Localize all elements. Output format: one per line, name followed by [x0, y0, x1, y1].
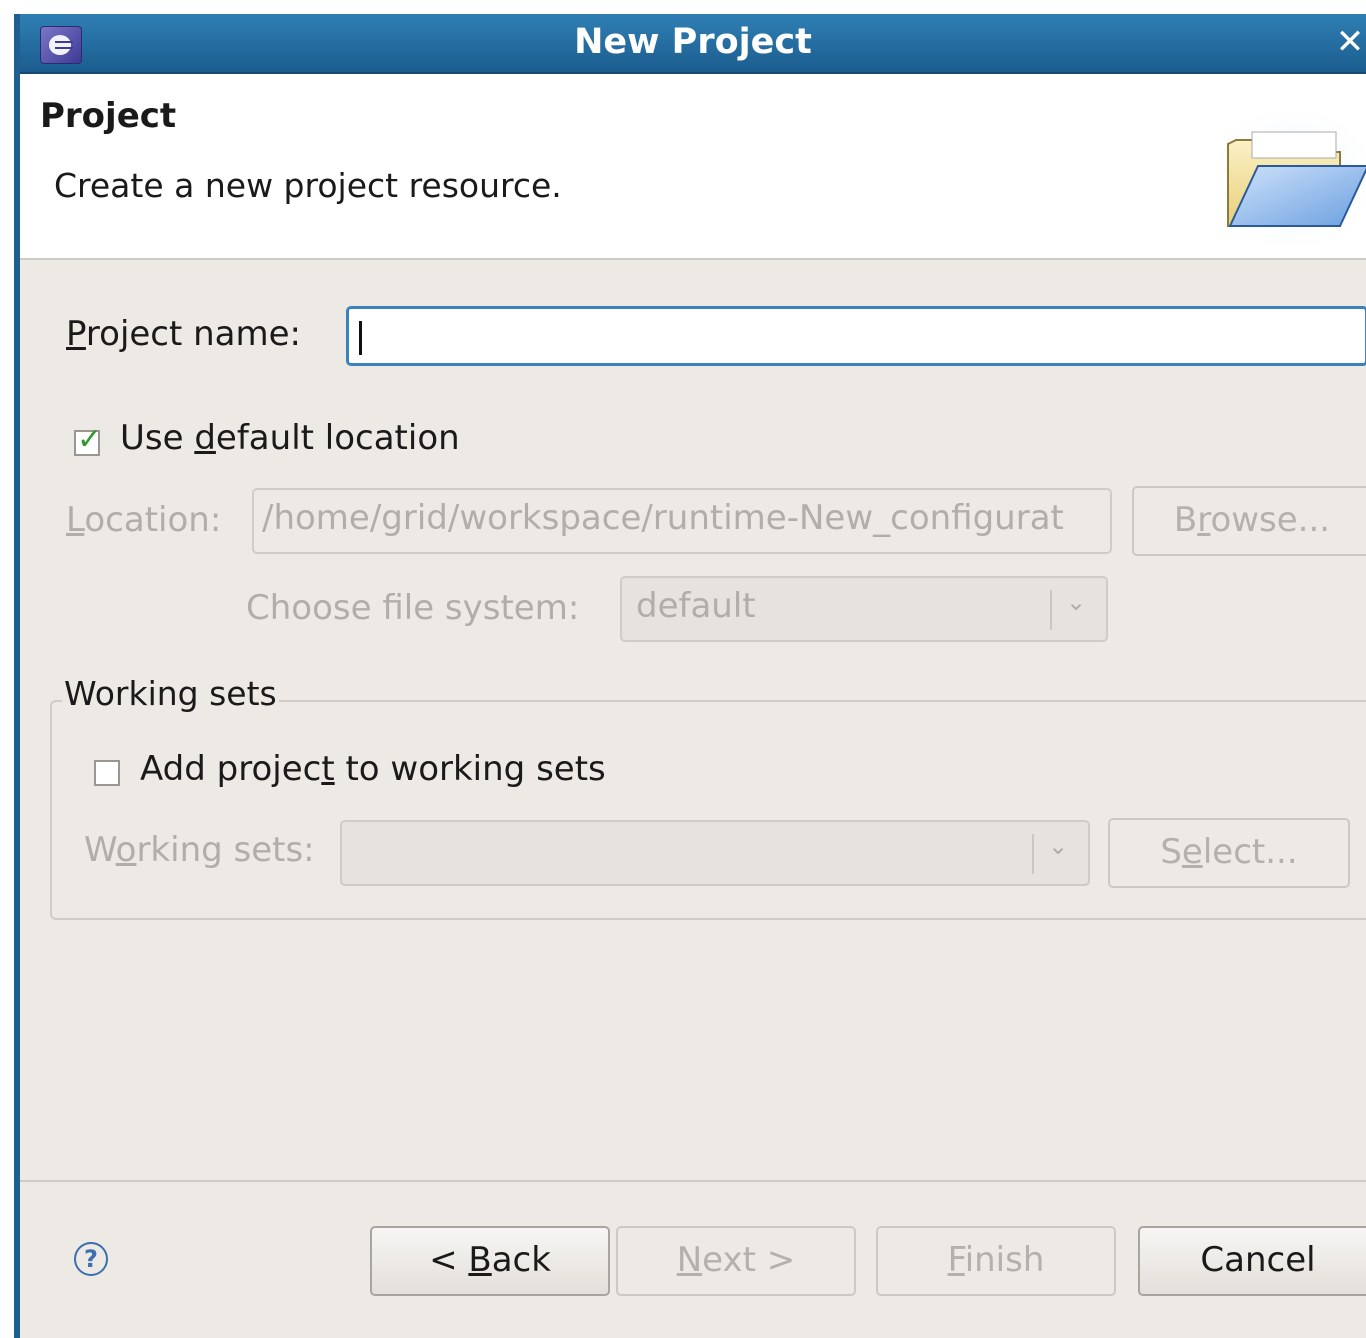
- title-bar[interactable]: New Project ✕: [20, 14, 1366, 74]
- working-sets-label: Working sets:: [84, 830, 315, 870]
- file-system-value: default: [636, 586, 756, 626]
- location-label: Location:: [66, 500, 222, 540]
- help-icon[interactable]: ?: [74, 1242, 108, 1276]
- use-default-location-checkbox[interactable]: ✓: [74, 422, 102, 457]
- next-button[interactable]: Next >: [616, 1226, 856, 1296]
- text-caret: [359, 321, 362, 355]
- page-title: Project: [40, 96, 177, 136]
- cancel-button[interactable]: Cancel: [1138, 1226, 1366, 1296]
- browse-button[interactable]: Browse...: [1132, 486, 1366, 556]
- location-input[interactable]: /home/grid/workspace/runtime-New_configu…: [252, 488, 1112, 554]
- combo-separator: [1050, 590, 1052, 630]
- close-button[interactable]: ✕: [1330, 22, 1366, 62]
- add-to-working-sets-checkbox[interactable]: [94, 760, 120, 786]
- combo-separator: [1032, 834, 1034, 874]
- chevron-down-icon: ⌄: [1048, 832, 1069, 860]
- window-title: New Project: [574, 22, 812, 62]
- new-project-dialog: New Project ✕ Project Create a new proje…: [14, 14, 1366, 1338]
- checkmark-icon: ✓: [77, 422, 103, 457]
- project-name-input[interactable]: [346, 306, 1366, 366]
- working-sets-group-title: Working sets: [62, 674, 279, 713]
- select-button[interactable]: Select...: [1108, 818, 1350, 888]
- folder-open-icon: [1218, 114, 1366, 244]
- footer-separator: [20, 1180, 1366, 1182]
- working-sets-select[interactable]: ⌄: [340, 820, 1090, 886]
- file-system-select[interactable]: default ⌄: [620, 576, 1108, 642]
- chevron-down-icon: ⌄: [1066, 588, 1087, 616]
- file-system-label: Choose file system:: [246, 588, 580, 628]
- project-name-label: Project name:: [66, 314, 302, 354]
- page-description: Create a new project resource.: [54, 166, 562, 205]
- back-button[interactable]: < Back: [370, 1226, 610, 1296]
- use-default-location-label[interactable]: Use default location: [120, 418, 460, 458]
- add-to-working-sets-label[interactable]: Add project to working sets: [140, 749, 606, 789]
- finish-button[interactable]: Finish: [876, 1226, 1116, 1296]
- wizard-header: Project Create a new project resource.: [20, 74, 1366, 260]
